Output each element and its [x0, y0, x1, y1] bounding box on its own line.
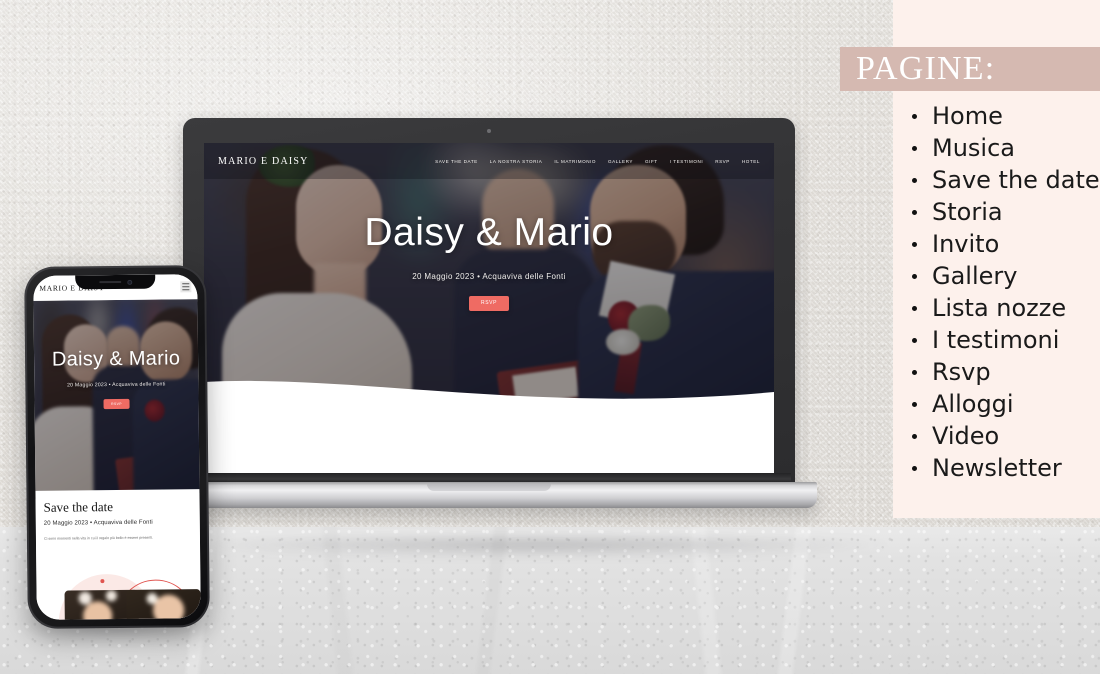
hero-subtitle: 20 Maggio 2023 • Acquaviva delle Fonti — [412, 271, 566, 281]
hero-wave-divider — [204, 380, 774, 426]
list-item[interactable]: Alloggi — [906, 388, 1100, 420]
phone-section-title: Save the date — [43, 499, 114, 515]
phone-hero-subtitle: 20 Maggio 2023 • Acquaviva delle Fonti — [67, 381, 166, 389]
rsvp-button[interactable]: RSVP — [469, 295, 509, 311]
list-item[interactable]: Invito — [906, 228, 1100, 260]
phone-section-body: Ci sono momenti nella vita in cui il reg… — [43, 535, 154, 542]
hero-content: Daisy & Mario 20 Maggio 2023 • Acquaviva… — [204, 211, 774, 311]
site-navigation-bar: MARIO E DAISY SAVE THE DATE LA NOSTRA ST… — [204, 143, 774, 179]
list-item[interactable]: Gallery — [906, 260, 1100, 292]
nav-item-save-the-date[interactable]: SAVE THE DATE — [435, 159, 478, 164]
nav-item-gift[interactable]: GIFT — [645, 159, 658, 164]
phone-screen: MARIO E DAISY Daisy & Mario 20 Maggio 20… — [33, 274, 201, 620]
website-hero: MARIO E DAISY SAVE THE DATE LA NOSTRA ST… — [204, 143, 774, 426]
list-item[interactable]: Rsvp — [906, 356, 1100, 388]
gallery-dot-shape — [100, 579, 105, 584]
nav-item-gallery[interactable]: GALLERY — [608, 159, 633, 164]
laptop-lid: MARIO E DAISY SAVE THE DATE LA NOSTRA ST… — [183, 118, 795, 486]
laptop-base — [161, 482, 817, 508]
hamburger-icon[interactable] — [180, 281, 192, 293]
list-item[interactable]: I testimoni — [906, 324, 1100, 356]
phone-device: MARIO E DAISY Daisy & Mario 20 Maggio 20… — [24, 265, 210, 629]
list-item[interactable]: Lista nozze — [906, 292, 1100, 324]
speaker-icon — [98, 280, 121, 284]
phone-save-the-date-section: Save the date 20 Maggio 2023 • Acquaviva… — [35, 489, 201, 620]
front-camera-icon — [126, 279, 132, 285]
list-item[interactable]: Newsletter — [906, 452, 1100, 484]
phone-hero-title: Daisy & Mario — [51, 347, 181, 371]
phone-notch — [75, 274, 156, 290]
phone-hero-content: Daisy & Mario 20 Maggio 2023 • Acquaviva… — [34, 347, 199, 410]
pagine-heading-text: PAGINE: — [856, 50, 996, 87]
nav-item-hotel[interactable]: HOTEL — [742, 159, 760, 164]
laptop-screen: MARIO E DAISY SAVE THE DATE LA NOSTRA ST… — [204, 143, 774, 473]
pages-list: Home Musica Save the date Storia Invito … — [906, 100, 1100, 484]
laptop-camera-icon — [487, 129, 491, 133]
list-item[interactable]: Home — [906, 100, 1100, 132]
phone-section-subtitle: 20 Maggio 2023 • Acquaviva delle Fonti — [43, 519, 153, 528]
nav-item-i-testimoni[interactable]: I TESTIMONI — [670, 159, 704, 164]
site-logo[interactable]: MARIO E DAISY — [218, 156, 309, 167]
hero-title: Daisy & Mario — [364, 211, 614, 254]
list-item[interactable]: Storia — [906, 196, 1100, 228]
gallery-photo[interactable] — [126, 589, 201, 620]
nav-item-il-matrimonio[interactable]: IL MATRIMONIO — [554, 159, 596, 164]
list-item[interactable]: Save the date — [906, 164, 1100, 196]
phone-hero: Daisy & Mario 20 Maggio 2023 • Acquaviva… — [33, 299, 200, 499]
list-item[interactable]: Musica — [906, 132, 1100, 164]
scene: PAGINE: Home Musica Save the date Storia… — [0, 0, 1100, 674]
list-item[interactable]: Video — [906, 420, 1100, 452]
laptop-device: MARIO E DAISY SAVE THE DATE LA NOSTRA ST… — [161, 118, 817, 538]
nav-item-rsvp[interactable]: RSVP — [715, 159, 730, 164]
nav-item-la-nostra-storia[interactable]: LA NOSTRA STORIA — [490, 159, 543, 164]
nav-links: SAVE THE DATE LA NOSTRA STORIA IL MATRIM… — [435, 159, 760, 164]
phone-rsvp-button[interactable]: RSVP — [103, 398, 130, 410]
phone-gallery-preview — [44, 573, 201, 620]
